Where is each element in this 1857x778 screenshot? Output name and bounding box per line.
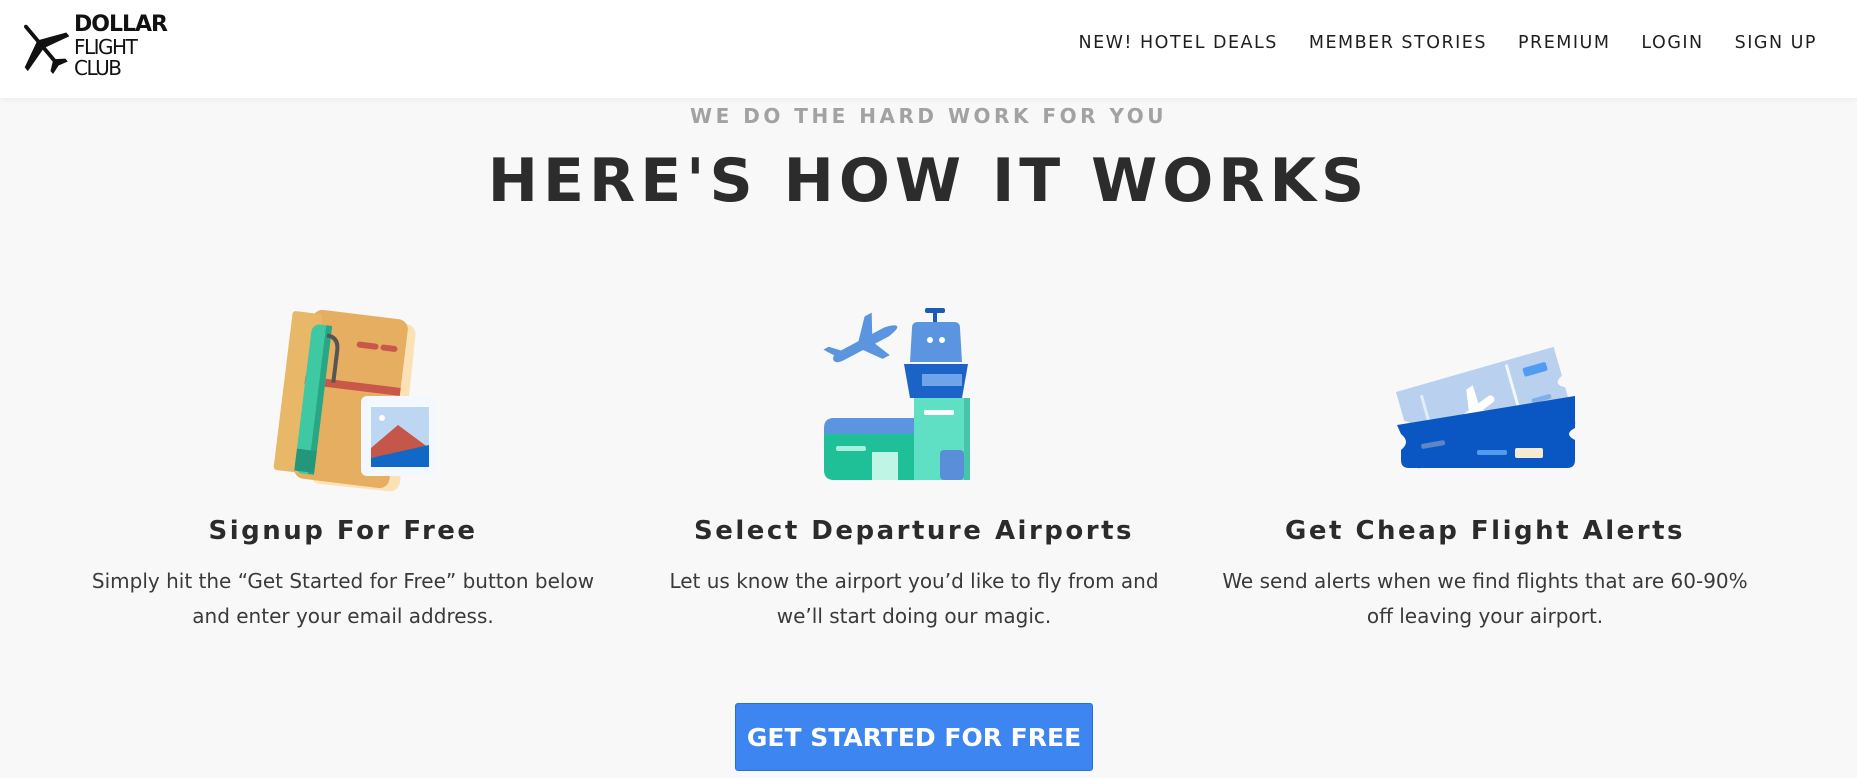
step-description: We send alerts when we find flights that… <box>1222 569 1748 628</box>
dollar-flight-club-logo[interactable]: DOLLAR FLIGHT CLUB <box>12 14 168 78</box>
section-title: HERE'S HOW IT WORKS <box>487 146 1370 216</box>
flight-ticket-icon <box>1395 346 1576 469</box>
nav-sign-up-link[interactable]: SIGN UP <box>1735 33 1817 53</box>
nav-hotel-deals-link[interactable]: NEW! HOTEL DEALS <box>1078 33 1277 53</box>
section-eyebrow: WE DO THE HARD WORK FOR YOU <box>690 104 1167 128</box>
step-flight-alerts: Get Cheap Flight Alerts We send alerts w… <box>1205 300 1765 634</box>
step-signup: Signup For Free Simply hit the “Get Star… <box>63 300 623 634</box>
step-select-airports: Select Departure Airports Let us know th… <box>634 300 1194 634</box>
airport-tower-icon <box>823 308 970 480</box>
logo-line-1: DOLLAR <box>74 12 168 37</box>
logo-line-3: CLUB <box>74 56 122 80</box>
nav-member-stories-link[interactable]: MEMBER STORIES <box>1309 33 1487 53</box>
airplane-logo-icon <box>24 24 70 75</box>
logo-line-2: FLIGHT <box>74 35 138 59</box>
step-description: Let us know the airport you’d like to fl… <box>669 569 1159 628</box>
step-title: Select Departure Airports <box>694 516 1134 546</box>
nav-premium-link[interactable]: PREMIUM <box>1518 33 1610 53</box>
step-description: Simply hit the “Get Started for Free” bu… <box>91 569 595 628</box>
step-title: Signup For Free <box>208 516 478 546</box>
site-header: DOLLAR FLIGHT CLUB NEW! HOTEL DEALS MEMB… <box>0 0 1857 98</box>
nav-login-link[interactable]: LOGIN <box>1641 33 1703 53</box>
get-started-button[interactable]: GET STARTED FOR FREE <box>735 703 1093 771</box>
step-title: Get Cheap Flight Alerts <box>1285 516 1685 546</box>
passport-icon <box>273 309 435 492</box>
main-nav: NEW! HOTEL DEALS MEMBER STORIES PREMIUM … <box>1047 0 1817 86</box>
logo-wordmark: DOLLAR FLIGHT CLUB <box>74 12 168 80</box>
